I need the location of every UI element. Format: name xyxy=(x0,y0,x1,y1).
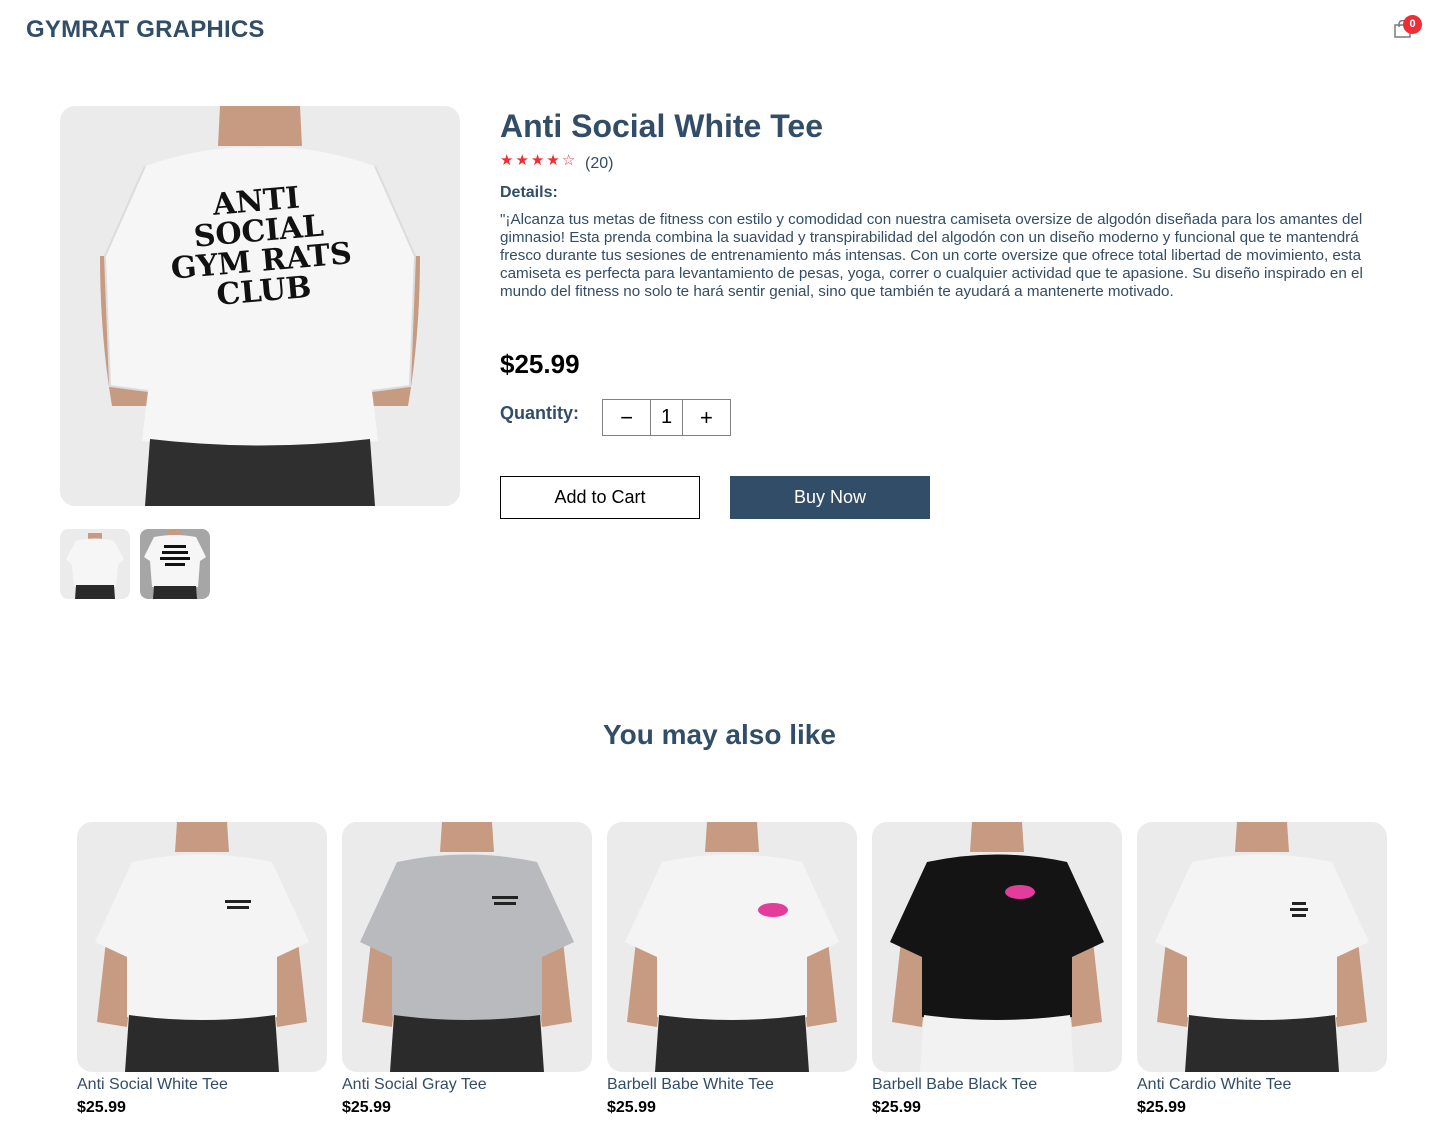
product-card-image[interactable] xyxy=(77,822,327,1072)
shirt-shape xyxy=(95,854,309,1022)
product-main-image: ANTI SOCIAL GYM RATS CLUB xyxy=(60,106,460,506)
review-count: (20) xyxy=(585,155,614,172)
decrease-quantity-button[interactable]: − xyxy=(603,400,650,435)
product-description: "¡Alcanza tus metas de fitness con estil… xyxy=(500,211,1363,300)
quantity-value: 1 xyxy=(650,400,683,435)
product-card-name[interactable]: Barbell Babe Black Tee xyxy=(872,1076,1122,1094)
product-card-name[interactable]: Barbell Babe White Tee xyxy=(607,1076,857,1094)
star-filled-icon: ★ xyxy=(530,152,545,169)
product-card-name[interactable]: Anti Cardio White Tee xyxy=(1137,1076,1387,1094)
details-label: Details: xyxy=(500,184,558,201)
product-price: $25.99 xyxy=(500,349,580,379)
increase-quantity-button[interactable]: + xyxy=(683,400,730,435)
product-card-image[interactable] xyxy=(607,822,857,1072)
product-card[interactable]: Barbell Babe White Tee $25.99 xyxy=(607,822,857,1117)
product-card-image[interactable] xyxy=(342,822,592,1072)
shirt-shape xyxy=(1155,854,1369,1022)
product-card-name[interactable]: Anti Social White Tee xyxy=(77,1076,327,1094)
product-card-price: $25.99 xyxy=(607,1099,656,1116)
product-card[interactable]: Anti Social White Tee $25.99 xyxy=(77,822,327,1117)
quantity-stepper: − 1 + xyxy=(602,399,731,436)
product-thumbnail-front[interactable] xyxy=(60,529,130,599)
cart-count-badge: 0 xyxy=(1403,15,1422,34)
product-card-name[interactable]: Anti Social Gray Tee xyxy=(342,1076,592,1094)
star-filled-icon: ★ xyxy=(515,152,529,169)
star-empty-icon: ☆ xyxy=(561,152,576,169)
shirt-shape xyxy=(890,854,1104,1022)
star-filled-icon: ★ xyxy=(546,152,560,169)
recommendations-heading: You may also like xyxy=(603,719,836,750)
product-card-price: $25.99 xyxy=(77,1099,126,1116)
product-title: Anti Social White Tee xyxy=(500,108,823,144)
product-card-price: $25.99 xyxy=(872,1099,921,1116)
rating-stars: ★ ★ ★ ★ ☆ xyxy=(500,153,575,169)
add-to-cart-button[interactable]: Add to Cart xyxy=(500,476,700,519)
product-card[interactable]: Barbell Babe Black Tee $25.99 xyxy=(872,822,1122,1117)
star-filled-icon: ★ xyxy=(500,152,514,169)
shirt-shape xyxy=(625,854,839,1022)
product-thumbnail-back[interactable] xyxy=(140,529,210,599)
brand-logo[interactable]: GYMRAT GRAPHICS xyxy=(26,16,265,44)
shirt-shape xyxy=(360,854,574,1022)
buy-now-button[interactable]: Buy Now xyxy=(730,476,930,519)
product-card[interactable]: Anti Social Gray Tee $25.99 xyxy=(342,822,592,1117)
product-card-image[interactable] xyxy=(872,822,1122,1072)
product-card-image[interactable] xyxy=(1137,822,1387,1072)
product-card-price: $25.99 xyxy=(342,1099,391,1116)
quantity-label: Quantity: xyxy=(500,403,579,423)
product-card[interactable]: Anti Cardio White Tee $25.99 xyxy=(1137,822,1387,1117)
product-card-price: $25.99 xyxy=(1137,1099,1186,1116)
